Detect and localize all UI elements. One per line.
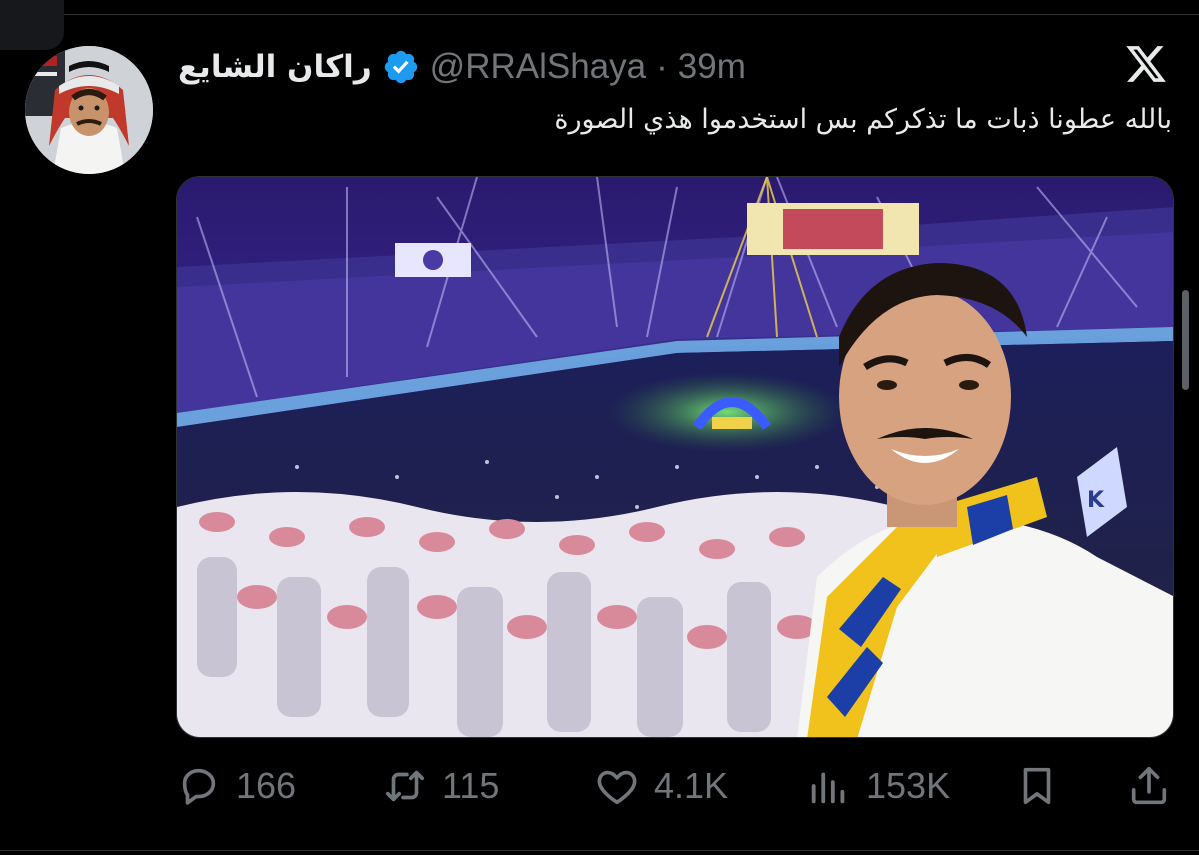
top-left-panel-corner bbox=[0, 0, 64, 50]
tweet-media-photo[interactable]: K bbox=[176, 176, 1174, 738]
share-button[interactable] bbox=[1126, 756, 1172, 816]
x-logo-icon[interactable] bbox=[1124, 42, 1168, 86]
share-icon bbox=[1131, 766, 1167, 805]
views-icon bbox=[811, 772, 845, 804]
retweet-count: 115 bbox=[442, 765, 500, 806]
display-name[interactable]: راكان الشايع bbox=[178, 49, 372, 85]
verified-badge-icon[interactable] bbox=[382, 48, 420, 86]
tweet-actions: 166 115 4.1K 153K bbox=[176, 756, 1174, 816]
heart-icon bbox=[597, 770, 637, 805]
like-button[interactable]: 4.1K bbox=[594, 756, 728, 816]
top-divider bbox=[64, 14, 1199, 15]
bottom-divider bbox=[0, 850, 1199, 851]
separator-dot: · bbox=[656, 47, 668, 86]
stadium-selfie-photo: K bbox=[177, 177, 1173, 737]
retweet-button[interactable]: 115 bbox=[382, 756, 499, 816]
tweet-timestamp[interactable]: 39m bbox=[678, 47, 746, 87]
avatar[interactable] bbox=[25, 46, 153, 174]
user-handle[interactable]: @RRAlShaya bbox=[430, 47, 646, 87]
views-button[interactable]: 153K bbox=[806, 756, 950, 816]
reply-button[interactable]: 166 bbox=[176, 756, 296, 816]
scrollbar[interactable] bbox=[1182, 290, 1189, 390]
retweet-icon bbox=[385, 770, 425, 802]
bookmark-button[interactable] bbox=[1014, 756, 1060, 816]
tweet-header: راكان الشايع @RRAlShaya · 39m bbox=[178, 44, 746, 90]
svg-text:K: K bbox=[1087, 488, 1105, 513]
reply-count: 166 bbox=[236, 765, 297, 806]
like-count: 4.1K bbox=[654, 765, 729, 806]
avatar-image bbox=[25, 46, 153, 174]
reply-icon bbox=[182, 768, 216, 805]
bookmark-icon bbox=[1023, 767, 1051, 805]
tweet-text: بالله عطونا ذبات ما تذكركم بس استخدموا ه… bbox=[554, 104, 1172, 135]
views-count: 153K bbox=[866, 765, 951, 806]
